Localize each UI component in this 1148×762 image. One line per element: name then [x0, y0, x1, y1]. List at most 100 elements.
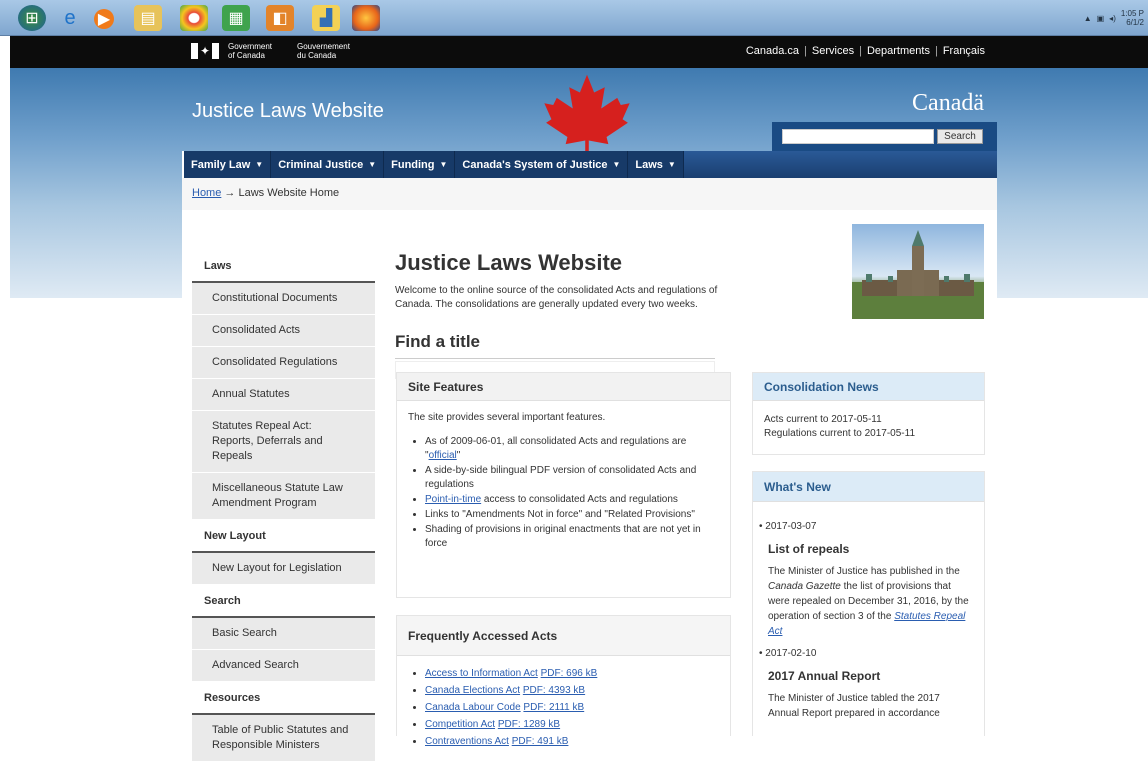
nav-item-advanced-search[interactable]: Advanced Search	[192, 650, 375, 682]
media-player-icon[interactable]: ▶	[94, 9, 114, 29]
breadcrumb-arrow-icon: →	[224, 187, 236, 199]
search-input[interactable]	[782, 129, 934, 144]
show-hidden-icons-icon[interactable]: ▲	[1084, 14, 1092, 23]
nav-item-table-of-public-statutes[interactable]: Table of Public Statutes and Responsible…	[192, 715, 375, 762]
list-item: Contraventions Act PDF: 491 kB	[425, 734, 719, 750]
canada-wordmark: Canadä	[912, 90, 984, 116]
main-content: Justice Laws Website Welcome to the onli…	[395, 250, 755, 379]
act-link[interactable]: Canada Labour Code	[425, 702, 521, 713]
system-tray: ▲ ▣ ◂) 1:05 P 6/1/2	[1070, 0, 1148, 36]
nav-item-new-layout[interactable]: New Layout for Legislation	[192, 553, 375, 585]
page-container: Justice Laws Website Canadä Search Famil…	[182, 68, 997, 762]
menu-funding[interactable]: Funding ▼	[384, 151, 456, 178]
act-link[interactable]: Access to Information Act	[425, 668, 538, 679]
news-text: The Minister of Justice tabled the 2017 …	[768, 693, 940, 719]
whats-new-heading: What's New	[753, 472, 984, 502]
act-link[interactable]: Canada Elections Act	[425, 685, 520, 696]
nav-section-new-layout: New Layout	[192, 520, 375, 553]
start-button-icon[interactable]: ⊞	[18, 5, 46, 31]
clock-time: 1:05 P	[1120, 9, 1144, 18]
intro-text: Welcome to the online source of the cons…	[395, 285, 718, 310]
clock[interactable]: 1:05 P 6/1/2	[1121, 9, 1144, 27]
chevron-down-icon: ▼	[612, 160, 621, 169]
list-item: Point-in-time access to consolidated Act…	[425, 493, 719, 507]
main-menu: Family Law ▼ Criminal Justice ▼ Funding ▼ C…	[182, 151, 997, 178]
site-title[interactable]: Justice Laws Website	[192, 100, 384, 123]
canada-ca-link[interactable]: Canada.ca	[746, 45, 799, 57]
pdf-link[interactable]: PDF: 4393 kB	[523, 685, 585, 696]
volume-icon[interactable]: ◂)	[1109, 14, 1116, 23]
news-title[interactable]: 2017 Annual Report	[768, 669, 973, 683]
nav-section-resources: Resources	[192, 682, 375, 715]
pdf-link[interactable]: PDF: 1289 kB	[498, 719, 560, 730]
search-bar: Search	[772, 122, 997, 151]
chevron-down-icon: ▼	[667, 160, 676, 169]
chart-app-icon[interactable]: ▟	[312, 5, 340, 31]
os-taskbar: ⊞ e ▶ ▤ ▦ ◧ ▟ ▲ ▣ ◂) 1:05 P 6/1/2	[0, 0, 1148, 36]
nav-item-constitutional-documents[interactable]: Constitutional Documents	[192, 283, 375, 315]
official-link[interactable]: official	[429, 450, 457, 461]
breadcrumb: Home → Laws Website Home	[182, 178, 997, 210]
pdf-link[interactable]: PDF: 491 kB	[512, 736, 569, 747]
menu-laws[interactable]: Laws ▼	[628, 151, 684, 178]
pdf-link[interactable]: PDF: 2111 kB	[523, 702, 584, 713]
pdf-link[interactable]: PDF: 696 kB	[541, 668, 598, 679]
nav-item-basic-search[interactable]: Basic Search	[192, 618, 375, 650]
menu-family-law[interactable]: Family Law ▼	[182, 151, 272, 178]
chrome-icon[interactable]	[180, 5, 208, 31]
chevron-down-icon: ▼	[439, 160, 448, 169]
signature-links: Canada.ca | Services | Departments | Français	[745, 45, 985, 57]
frequent-acts-heading: Frequently Accessed Acts	[397, 616, 730, 656]
nav-item-statutes-repeal-act[interactable]: Statutes Repeal Act: Reports, Deferrals …	[192, 411, 375, 473]
departments-link[interactable]: Departments	[867, 45, 930, 57]
news-text: The Minister of Justice has published in…	[768, 566, 969, 637]
chevron-down-icon: ▼	[368, 160, 377, 169]
francais-link[interactable]: Français	[943, 45, 985, 57]
menu-criminal-justice[interactable]: Criminal Justice ▼	[271, 151, 385, 178]
list-item: As of 2009-06-01, all consolidated Acts …	[425, 435, 719, 463]
excel-icon[interactable]: ▦	[222, 5, 250, 31]
network-icon[interactable]: ▣	[1097, 14, 1105, 23]
nav-section-laws: Laws	[192, 250, 375, 283]
news-date: • 2017-03-07	[759, 521, 817, 532]
parliament-image	[852, 224, 984, 319]
regulations-current-text: Regulations current to 2017-05-11	[764, 428, 916, 439]
site-features-panel: Site Features The site provides several …	[396, 372, 731, 598]
act-link[interactable]: Contraventions Act	[425, 736, 509, 747]
gouvernement-du-canada-label: Gouvernement du Canada	[297, 42, 350, 60]
services-link[interactable]: Services	[812, 45, 854, 57]
nav-item-annual-statutes[interactable]: Annual Statutes	[192, 379, 375, 411]
news-date: • 2017-02-10	[759, 648, 817, 659]
notepad-icon[interactable]: ▤	[134, 5, 162, 31]
search-button[interactable]: Search	[937, 129, 983, 144]
consolidation-news-heading: Consolidation News	[753, 373, 984, 401]
firefox-icon[interactable]	[352, 5, 380, 31]
menu-system-of-justice[interactable]: Canada's System of Justice ▼	[455, 151, 629, 178]
whats-new-panel: What's New • 2017-03-07 List of repeals …	[752, 471, 985, 736]
internet-explorer-icon[interactable]: e	[56, 5, 84, 31]
acts-current-text: Acts current to 2017-05-11	[764, 414, 882, 425]
nav-item-consolidated-acts[interactable]: Consolidated Acts	[192, 315, 375, 347]
act-link[interactable]: Competition Act	[425, 719, 495, 730]
list-item: Canada Elections Act PDF: 4393 kB	[425, 683, 719, 699]
list-item: A side-by-side bilingual PDF version of …	[425, 464, 719, 492]
site-features-lead: The site provides several important feat…	[408, 412, 606, 423]
page-title: Justice Laws Website	[395, 250, 623, 275]
chevron-down-icon: ▼	[255, 160, 264, 169]
frequent-acts-panel: Frequently Accessed Acts Access to Infor…	[396, 615, 731, 747]
nav-section-search: Search	[192, 585, 375, 618]
breadcrumb-home-link[interactable]: Home	[192, 187, 221, 199]
find-a-title-heading: Find a title	[395, 332, 480, 351]
side-navigation: Laws Constitutional Documents Consolidat…	[192, 250, 375, 762]
nav-item-consolidated-regulations[interactable]: Consolidated Regulations	[192, 347, 375, 379]
list-item: Access to Information Act PDF: 696 kB	[425, 666, 719, 682]
powerpoint-icon[interactable]: ◧	[266, 5, 294, 31]
nav-item-miscellaneous-statute-law[interactable]: Miscellaneous Statute Law Amendment Prog…	[192, 473, 375, 520]
consolidation-news-panel: Consolidation News Acts current to 2017-…	[752, 372, 985, 455]
content-area: Laws Constitutional Documents Consolidat…	[182, 210, 997, 762]
government-of-canada-label: Government of Canada	[228, 42, 273, 60]
point-in-time-link[interactable]: Point-in-time	[425, 494, 481, 505]
clock-date: 6/1/2	[1126, 18, 1144, 27]
maple-leaf-icon	[544, 74, 630, 153]
news-title[interactable]: List of repeals	[768, 542, 973, 556]
